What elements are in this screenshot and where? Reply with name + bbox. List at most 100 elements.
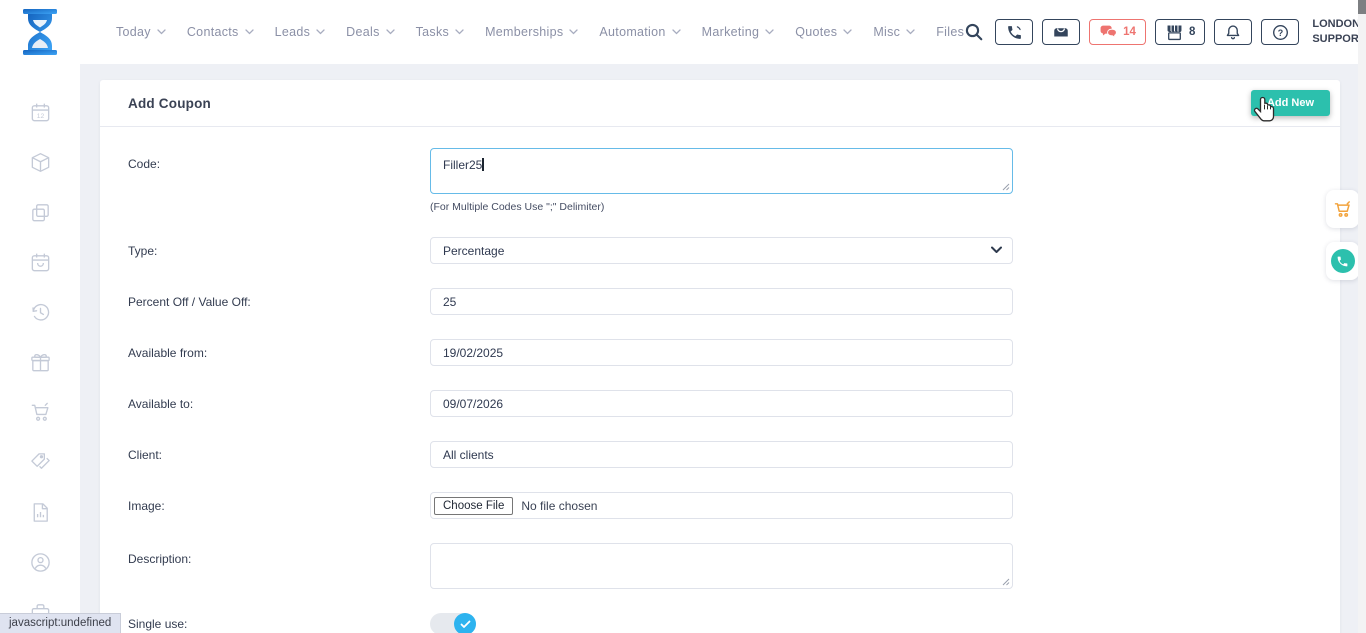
chevron-down-icon — [765, 29, 774, 35]
top-bar: Today Contacts Leads Deals Tasks Members… — [0, 0, 1366, 64]
sidebar-item-history[interactable] — [29, 301, 52, 324]
percent-label: Percent Off / Value Off: — [128, 295, 251, 309]
floating-cart-button[interactable] — [1326, 190, 1359, 228]
nav-item-contacts[interactable]: Contacts — [187, 25, 254, 39]
help-icon: ? — [1272, 24, 1289, 41]
sidebar-item-calendar[interactable]: 12 — [29, 101, 52, 124]
type-row: Type: Percentage — [128, 237, 1340, 264]
available-from-input[interactable] — [430, 339, 1013, 366]
type-select[interactable]: Percentage — [430, 237, 1013, 264]
left-sidebar: 12 — [0, 64, 80, 633]
notifications-button[interactable] — [1214, 19, 1252, 45]
header-actions: 14 8 ? LONDON SUPPORT — [964, 14, 1366, 50]
inbox-icon — [1052, 24, 1070, 40]
main-nav: Today Contacts Leads Deals Tasks Members… — [116, 25, 964, 39]
text-caret — [482, 158, 484, 171]
search-icon[interactable] — [964, 22, 984, 42]
check-icon — [460, 620, 471, 629]
available-to-input[interactable] — [430, 390, 1013, 417]
chevron-down-icon — [245, 29, 254, 35]
description-label: Description: — [128, 552, 191, 566]
type-label: Type: — [128, 244, 157, 258]
svg-text:12: 12 — [36, 113, 44, 120]
percent-row: Percent Off / Value Off: — [128, 288, 1340, 315]
chevron-down-icon — [386, 29, 395, 35]
phone-icon — [1336, 255, 1349, 268]
dialer-button[interactable] — [995, 19, 1033, 45]
scrollbar-track[interactable] — [1358, 0, 1366, 633]
chevron-down-icon — [569, 29, 578, 35]
description-textarea[interactable] — [430, 543, 1013, 589]
image-file-field[interactable]: Choose File No file chosen — [430, 492, 1013, 519]
nav-item-leads[interactable]: Leads — [275, 25, 326, 39]
image-row: Image: Choose File No file chosen — [128, 492, 1340, 519]
chevron-down-icon — [316, 29, 325, 35]
app-logo-hourglass-icon[interactable] — [20, 8, 60, 56]
code-helper-text: (For Multiple Codes Use ";" Delimiter) — [430, 201, 1013, 213]
image-label: Image: — [128, 499, 165, 513]
available-from-row: Available from: — [128, 339, 1340, 366]
sidebar-item-report[interactable] — [29, 501, 52, 524]
nav-item-today[interactable]: Today — [116, 25, 166, 39]
file-status-text: No file chosen — [521, 499, 597, 513]
help-button[interactable]: ? — [1261, 19, 1299, 45]
store-count-badge: 8 — [1189, 26, 1195, 38]
scrollbar-thumb[interactable] — [1358, 0, 1366, 14]
nav-item-memberships[interactable]: Memberships — [485, 25, 578, 39]
chevron-down-icon — [157, 29, 166, 35]
chevron-down-icon — [672, 29, 681, 35]
code-row: Code: Filler25 (For Multiple Codes Use "… — [128, 148, 1340, 213]
sidebar-item-account[interactable] — [29, 551, 52, 574]
chat-count-badge: 14 — [1123, 26, 1136, 38]
coupon-form: Code: Filler25 (For Multiple Codes Use "… — [100, 127, 1340, 633]
nav-item-misc[interactable]: Misc — [873, 25, 915, 39]
resize-grip-icon[interactable] — [1002, 578, 1010, 586]
description-row: Description: — [128, 543, 1340, 589]
client-label: Client: — [128, 448, 162, 462]
phone-circle — [1331, 249, 1355, 273]
nav-item-files[interactable]: Files — [936, 25, 964, 39]
chevron-down-icon — [906, 29, 915, 35]
status-bar-link-preview: javascript:undefined — [0, 613, 121, 633]
sidebar-item-tags[interactable] — [29, 451, 52, 474]
single-use-row: Single use: — [128, 613, 1340, 633]
chevron-down-icon — [991, 246, 1002, 254]
cart-icon — [1332, 199, 1353, 220]
nav-item-quotes[interactable]: Quotes — [795, 25, 852, 39]
sidebar-item-gift[interactable] — [29, 351, 52, 374]
inbox-button[interactable] — [1042, 19, 1080, 45]
nav-item-automation[interactable]: Automation — [599, 25, 680, 39]
chat-button[interactable]: 14 — [1089, 19, 1146, 45]
code-textarea[interactable]: Filler25 — [430, 148, 1013, 194]
svg-text:?: ? — [1278, 27, 1283, 37]
card-header: Add Coupon Add New — [100, 80, 1340, 127]
sidebar-item-calendar-event[interactable] — [29, 251, 52, 274]
single-use-toggle[interactable] — [430, 613, 476, 633]
code-label: Code: — [128, 157, 160, 171]
sidebar-item-cart[interactable] — [29, 401, 52, 424]
chevron-down-icon — [455, 29, 464, 35]
add-coupon-card: Add Coupon Add New Code: Filler25 (For M… — [100, 80, 1340, 633]
choose-file-button[interactable]: Choose File — [434, 497, 513, 515]
nav-item-tasks[interactable]: Tasks — [416, 25, 464, 39]
toggle-knob — [454, 613, 476, 633]
percent-input[interactable] — [430, 288, 1013, 315]
storefront-icon — [1165, 24, 1184, 41]
client-input[interactable] — [430, 441, 1013, 468]
nav-item-deals[interactable]: Deals — [346, 25, 394, 39]
single-use-label: Single use: — [128, 617, 187, 631]
phone-icon — [1006, 24, 1023, 41]
available-from-label: Available from: — [128, 346, 207, 360]
add-new-button[interactable]: Add New — [1251, 90, 1330, 116]
sidebar-item-copy[interactable] — [29, 201, 52, 224]
sidebar-item-package[interactable] — [29, 151, 52, 174]
bell-icon — [1225, 24, 1241, 41]
chevron-down-icon — [843, 29, 852, 35]
floating-phone-button[interactable] — [1326, 242, 1359, 280]
resize-grip-icon[interactable] — [1002, 183, 1010, 191]
client-row: Client: — [128, 441, 1340, 468]
nav-item-marketing[interactable]: Marketing — [702, 25, 775, 39]
store-button[interactable]: 8 — [1155, 19, 1205, 45]
available-to-row: Available to: — [128, 390, 1340, 417]
chat-bubbles-icon — [1099, 24, 1118, 40]
